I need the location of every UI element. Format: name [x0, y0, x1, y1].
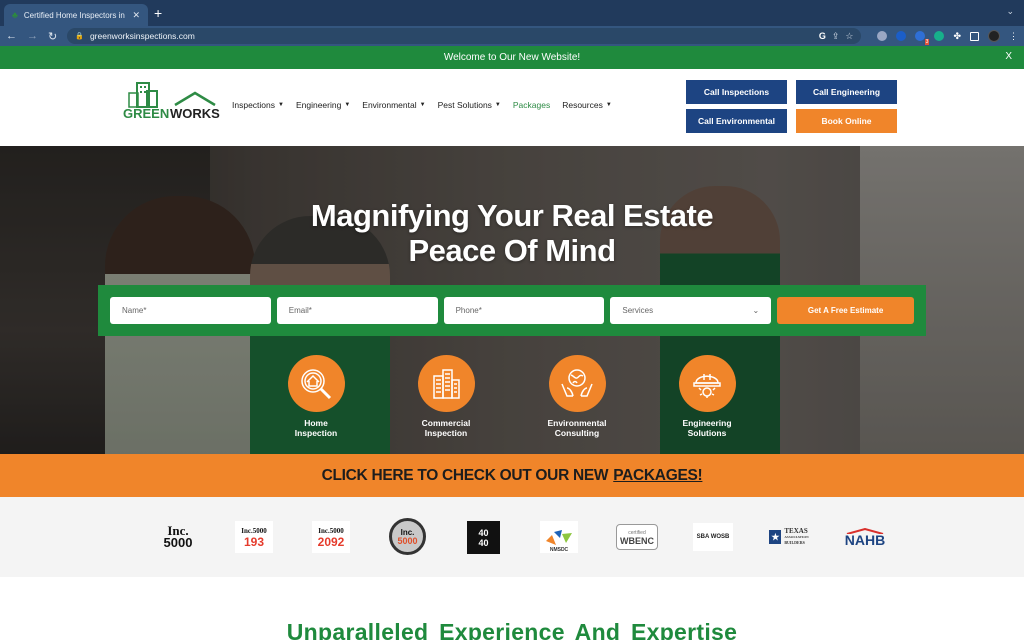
nmsdc-mark-icon	[546, 530, 572, 545]
greenworks-logo[interactable]: GREEN WORKS	[123, 81, 223, 131]
nav-inspections[interactable]: Inspections ▼	[232, 100, 284, 110]
announcement-banner: Welcome to Our New Website! X	[0, 46, 1024, 69]
get-estimate-button[interactable]: Get A Free Estimate	[777, 297, 914, 324]
inc5000-logo: Inc. 5000	[163, 523, 193, 550]
puzzle-extensions-icon[interactable]: ✤	[953, 31, 961, 42]
profile-avatar[interactable]	[988, 30, 1000, 42]
globe-hands-icon	[548, 355, 606, 412]
wbenc-logo: certified WBENC	[616, 524, 658, 550]
caret-down-icon: ▼	[419, 102, 426, 108]
tab-title: Certified Home Inspectors in T	[23, 10, 127, 20]
bookmark-star-icon[interactable]: ☆	[845, 31, 853, 42]
main-nav: Inspections ▼ Engineering ▼ Environmental ▼…	[232, 100, 612, 110]
browser-tab[interactable]: ♣ Certified Home Inspectors in T ✕	[4, 4, 148, 26]
email-input[interactable]: Email*	[276, 297, 438, 324]
nmsdc-logo: NMSDC	[540, 521, 578, 553]
inc5000-rank-193-badge: Inc.5000 193	[235, 521, 273, 553]
nav-pest-solutions[interactable]: Pest Solutions ▼	[438, 100, 501, 110]
call-environmental-button[interactable]: Call Environmental	[686, 109, 787, 133]
reload-icon[interactable]: ↻	[48, 30, 57, 43]
nav-engineering[interactable]: Engineering ▼	[296, 100, 350, 110]
call-engineering-button[interactable]: Call Engineering	[796, 80, 897, 104]
password-manager-icon[interactable]	[877, 31, 888, 41]
name-input[interactable]: Name*	[110, 297, 271, 324]
hero-section: Magnifying Your Real Estate Peace Of Min…	[0, 146, 1024, 454]
inc5000-rank-2092-badge: Inc.5000 2092	[312, 521, 350, 553]
share-icon[interactable]: ⇪	[832, 31, 840, 42]
banner-text: Welcome to Our New Website!	[443, 52, 581, 63]
texas-builders-logo: ★ TEXAS ASSOCIATION BUILDERS	[769, 527, 809, 545]
tab-search-icon[interactable]: ⌄	[1006, 6, 1014, 17]
extension-badge-icon[interactable]: 3	[915, 31, 930, 45]
caret-down-icon: ▼	[605, 102, 612, 108]
back-icon[interactable]: ←	[6, 30, 17, 42]
address-bar[interactable]: 🔒 greenworksinspections.com G ⇪ ☆	[67, 28, 862, 44]
lock-icon: 🔒	[75, 33, 84, 40]
services-select[interactable]: Services ⌄	[610, 297, 772, 324]
hardhat-gear-icon	[678, 355, 736, 412]
packages-promo-banner[interactable]: CLICK HERE TO CHECK OUT OUR NEW PACKAGES…	[0, 454, 1024, 497]
browser-toolbar: ← → ↻ 🔒 greenworksinspections.com G ⇪ ☆ …	[0, 26, 1024, 46]
forward-icon[interactable]: →	[27, 30, 38, 42]
service-engineering-solutions[interactable]: Engineering Solutions	[662, 355, 752, 438]
nav-packages[interactable]: Packages	[513, 100, 550, 110]
estimate-form: Name* Email* Phone* Services ⌄ Get A Fre…	[98, 285, 926, 336]
menu-kebab-icon[interactable]: ⋮	[1009, 31, 1018, 42]
chevron-down-icon: ⌄	[752, 306, 760, 315]
extension-icon[interactable]	[896, 31, 907, 41]
logo-buildings-icon: GREEN WORKS	[123, 82, 220, 121]
inc5000-seal-badge: Inc. 5000	[389, 518, 426, 555]
extensions-area: 3 ✤ ⋮	[877, 30, 1018, 45]
side-panel-icon[interactable]	[970, 31, 979, 41]
experience-heading: Unparalleled Experience And Expertise	[286, 619, 738, 640]
svg-text:GREEN: GREEN	[123, 106, 169, 121]
hero-title: Magnifying Your Real Estate Peace Of Min…	[310, 198, 714, 268]
svg-text:WORKS: WORKS	[170, 106, 220, 121]
browser-tab-strip: ♣ Certified Home Inspectors in T ✕ + ⌄	[0, 0, 1024, 26]
nav-environmental[interactable]: Environmental ▼	[362, 100, 425, 110]
book-online-button[interactable]: Book Online	[796, 109, 897, 133]
site-header: GREEN WORKS Inspections ▼ Engineering ▼ En…	[0, 69, 1024, 146]
home-magnifier-icon	[287, 355, 345, 412]
phone-input[interactable]: Phone*	[443, 297, 605, 324]
caret-down-icon: ▼	[344, 102, 351, 108]
service-home-inspection[interactable]: Home Inspection	[271, 355, 361, 438]
header-cta-group: Call Inspections Call Engineering Call E…	[686, 80, 897, 133]
caret-down-icon: ▼	[278, 102, 284, 108]
caret-down-icon: ▼	[494, 102, 501, 108]
buildings-icon	[417, 355, 475, 412]
call-inspections-button[interactable]: Call Inspections	[686, 80, 787, 104]
google-icon[interactable]: G	[819, 31, 826, 41]
close-tab-icon[interactable]: ✕	[132, 10, 140, 21]
new-tab-button[interactable]: +	[154, 4, 162, 22]
certifications-strip: Inc. 5000 Inc.5000 193 Inc.5000 2092 Inc…	[0, 497, 1024, 577]
nahb-logo: NAHB	[843, 521, 887, 553]
sba-wosb-logo: SBA WOSB	[693, 523, 733, 551]
grammarly-icon[interactable]	[934, 31, 945, 41]
texas-star-icon: ★	[769, 530, 782, 544]
experience-section: Unparalleled Experience And Expertise	[0, 577, 1024, 640]
favicon-icon: ♣	[12, 10, 18, 20]
packages-link[interactable]: PACKAGES!	[613, 467, 702, 485]
forty-under-forty-badge: 40 40	[467, 521, 500, 554]
url-text: greenworksinspections.com	[89, 31, 195, 41]
service-environmental-consulting[interactable]: Environmental Consulting	[532, 355, 622, 438]
nav-resources[interactable]: Resources ▼	[562, 100, 612, 110]
service-commercial-inspection[interactable]: Commercial Inspection	[401, 355, 491, 438]
banner-close-button[interactable]: X	[1005, 51, 1012, 62]
